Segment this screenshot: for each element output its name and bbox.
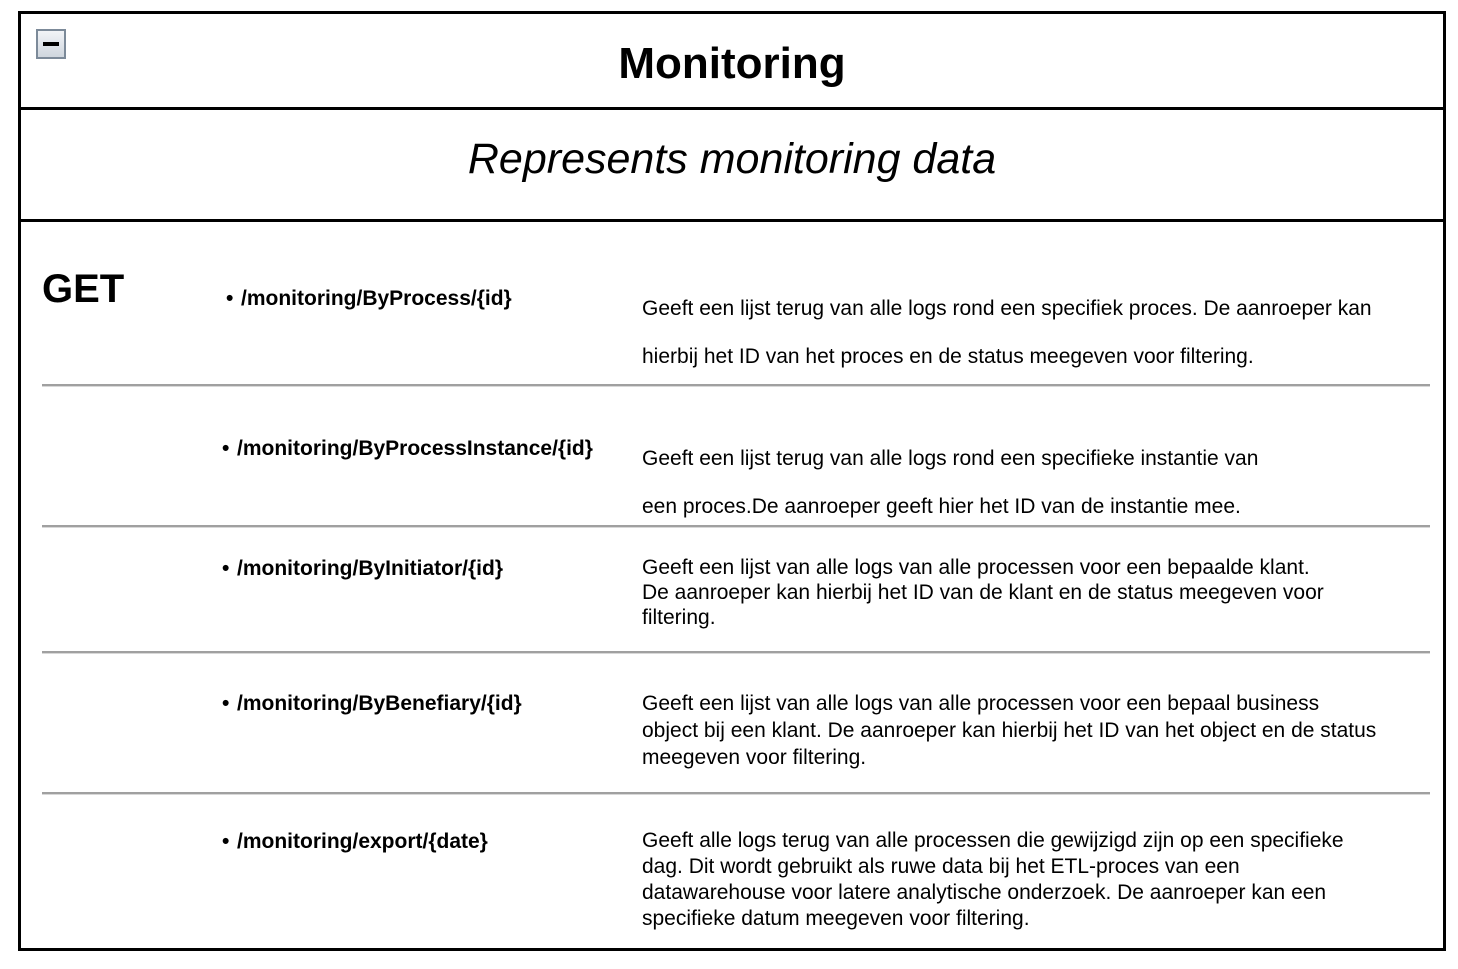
endpoint-description: Geeft een lijst terug van alle logs rond… bbox=[642, 435, 1258, 531]
bullet-icon: • bbox=[226, 287, 234, 310]
description-line: Geeft een lijst terug van alle logs rond… bbox=[642, 297, 1372, 320]
endpoint-description: Geeft een lijst terug van alle logs rond… bbox=[642, 285, 1372, 381]
endpoint-description: Geeft een lijst van alle logs van alle p… bbox=[642, 690, 1376, 771]
http-method-label: GET bbox=[42, 267, 125, 311]
description-line: Geeft een lijst van alle logs van alle p… bbox=[642, 692, 1320, 715]
bullet-icon: • bbox=[222, 437, 230, 460]
description-line: Geeft alle logs terug van alle processen… bbox=[642, 829, 1344, 852]
description-line: specifieke datum meegeven voor filtering… bbox=[642, 907, 1030, 930]
row-divider bbox=[42, 525, 1430, 528]
bullet-icon: • bbox=[222, 692, 230, 715]
description-line: datawarehouse voor latere analytische on… bbox=[642, 881, 1327, 904]
panel-subtitle: Represents monitoring data bbox=[467, 135, 997, 183]
description-line: dag. Dit wordt gebruikt als ruwe data bi… bbox=[642, 855, 1240, 878]
endpoint-path-text: /monitoring/export/{date} bbox=[237, 830, 488, 853]
bullet-icon: • bbox=[222, 557, 230, 580]
endpoint-path: • /monitoring/ByInitiator/{id} bbox=[222, 558, 503, 579]
description-line: Geeft een lijst terug van alle logs rond… bbox=[642, 447, 1259, 470]
endpoint-path: • /monitoring/ByBenefiary/{id} bbox=[222, 693, 522, 714]
row-divider bbox=[42, 384, 1430, 387]
description-line: object bij een klant. De aanroeper kan h… bbox=[642, 719, 1377, 742]
endpoint-path-text: /monitoring/ByProcessInstance/{id} bbox=[237, 437, 593, 460]
endpoint-path: • /monitoring/ByProcessInstance/{id} bbox=[222, 438, 593, 459]
monitoring-panel: Monitoring Represents monitoring data GE… bbox=[18, 11, 1446, 951]
row-divider bbox=[42, 651, 1430, 654]
endpoint-description: Geeft een lijst van alle logs van alle p… bbox=[642, 555, 1324, 630]
description-line: De aanroeper kan hierbij het ID van de k… bbox=[642, 581, 1324, 604]
row-divider bbox=[42, 792, 1430, 795]
endpoint-path: • /monitoring/ByProcess/{id} bbox=[226, 288, 512, 309]
panel-title: Monitoring bbox=[618, 39, 846, 88]
bullet-icon: • bbox=[222, 830, 230, 853]
description-line: Geeft een lijst van alle logs van alle p… bbox=[642, 556, 1310, 579]
description-line: filtering. bbox=[642, 606, 716, 629]
endpoint-path: • /monitoring/export/{date} bbox=[222, 831, 488, 852]
subtitle-band: Represents monitoring data bbox=[21, 110, 1443, 222]
endpoint-path-text: /monitoring/ByProcess/{id} bbox=[241, 287, 512, 310]
endpoint-path-text: /monitoring/ByInitiator/{id} bbox=[237, 557, 503, 580]
endpoint-path-text: /monitoring/ByBenefiary/{id} bbox=[237, 692, 522, 715]
endpoint-description: Geeft alle logs terug van alle processen… bbox=[642, 828, 1344, 932]
panel-header: Monitoring bbox=[21, 14, 1443, 110]
description-line: een proces.De aanroeper geeft hier het I… bbox=[642, 495, 1241, 518]
description-line: meegeven voor filtering. bbox=[642, 746, 867, 769]
description-line: hierbij het ID van het proces en de stat… bbox=[642, 345, 1254, 368]
